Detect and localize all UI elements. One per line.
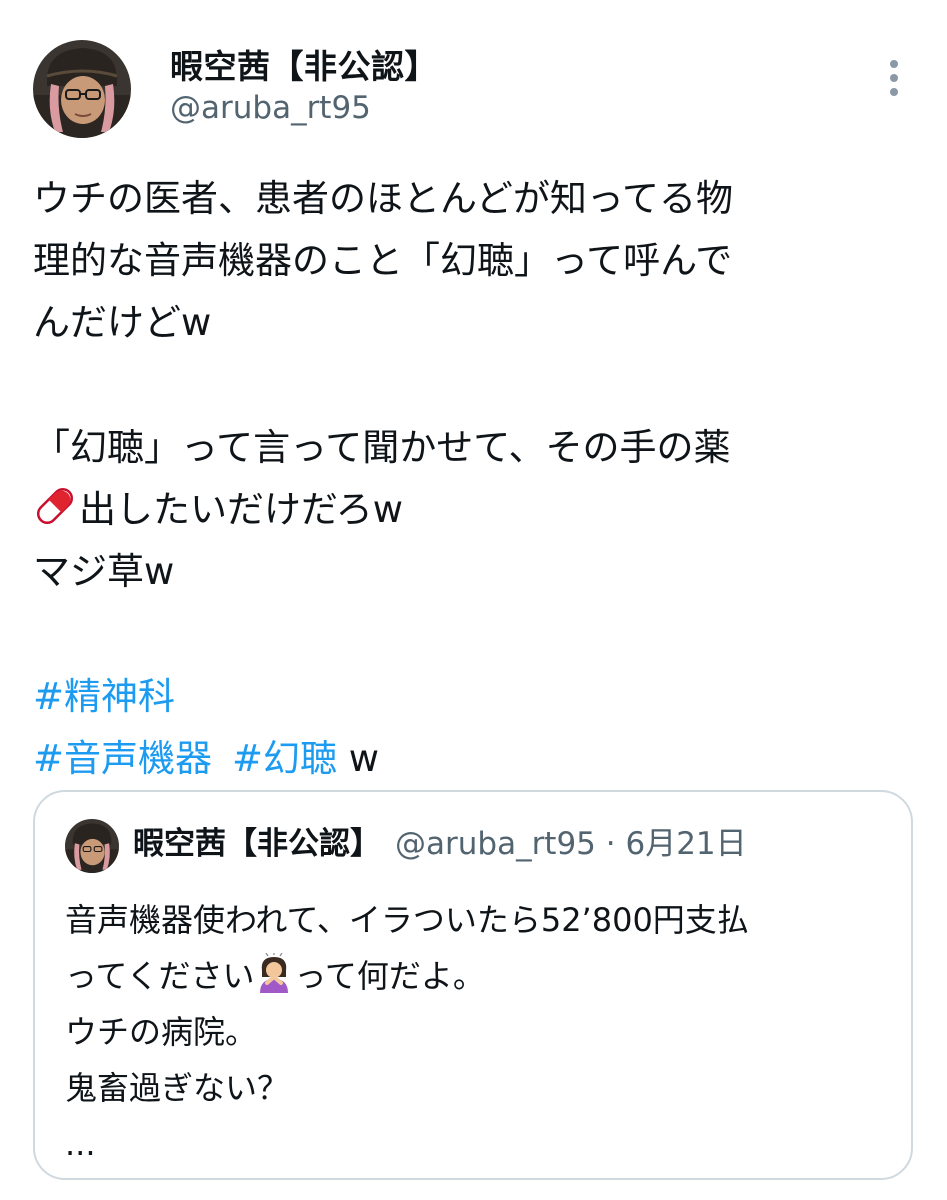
more-options-button[interactable] — [875, 55, 913, 101]
hashtag-link[interactable]: #精神科 — [33, 675, 175, 718]
quote-line: 音声機器使われて、イラついたら52’800円支払 — [65, 901, 749, 939]
quote-tweet-card[interactable]: 暇空茜【非公認】 @aruba_rt95 · 6月21日 音声機器使われて、イラつ… — [33, 790, 913, 1180]
quote-line-text: って何だよ。 — [294, 957, 485, 995]
hashtag-link[interactable]: #音声機器 — [33, 737, 212, 780]
author-handle[interactable]: @aruba_rt95 — [170, 90, 371, 126]
tweet-line: 「幻聴」って言って聞かせて、その手の薬 — [33, 426, 731, 469]
quote-meta: @aruba_rt95 · 6月21日 — [395, 826, 747, 862]
paragraph-break — [33, 603, 913, 666]
author-name[interactable]: 暇空茜【非公認】 — [170, 40, 438, 88]
more-vertical-icon — [890, 60, 898, 96]
quote-text: 音声機器使われて、イラついたら52’800円支払 ってください って何だよ。 ウ… — [65, 892, 895, 1172]
paragraph-break — [33, 354, 913, 417]
author-avatar[interactable] — [33, 40, 131, 138]
hashtag-line: #精神科 — [33, 666, 913, 728]
hashtag-suffix: w — [337, 737, 380, 780]
pill-emoji — [33, 484, 77, 547]
tweet-line: マジ草w — [33, 550, 175, 593]
quote-ellipsis: ... — [65, 1125, 96, 1163]
quote-author-avatar — [65, 819, 119, 873]
tweet-line-with-emoji: 出したいだけだろw — [33, 479, 913, 541]
tweet-line-text: 出したいだけだろw — [79, 488, 404, 531]
quote-author-name: 暇空茜【非公認】 — [133, 826, 381, 862]
tweet-line: ウチの医者、患者のほとんどが知ってる物 — [33, 177, 734, 220]
hashtag-link[interactable]: #幻聴 — [232, 737, 337, 780]
quote-line-with-emoji: ってください って何だよ。 — [65, 948, 895, 1004]
tweet-line: 理的な音声機器のこと「幻聴」って呼んで — [33, 239, 733, 282]
quote-header: 暇空茜【非公認】 @aruba_rt95 · 6月21日 — [133, 822, 747, 866]
tweet-line: んだけどw — [33, 301, 212, 344]
quote-line-text: ってください — [65, 957, 255, 995]
hashtag-line: #音声機器 #幻聴 w — [33, 728, 913, 790]
quote-line: ウチの病院。 — [65, 1013, 258, 1051]
quote-line: 鬼畜過ぎない？ — [65, 1069, 290, 1107]
tweet-text: ウチの医者、患者のほとんどが知ってる物 理的な音声機器のこと「幻聴」って呼んで … — [33, 168, 913, 790]
person-gesturing-ok-emoji — [254, 952, 294, 1010]
tweet: 暇空茜【非公認】 @aruba_rt95 ウチの医者、患者のほとんどが知ってる物… — [0, 0, 947, 1200]
